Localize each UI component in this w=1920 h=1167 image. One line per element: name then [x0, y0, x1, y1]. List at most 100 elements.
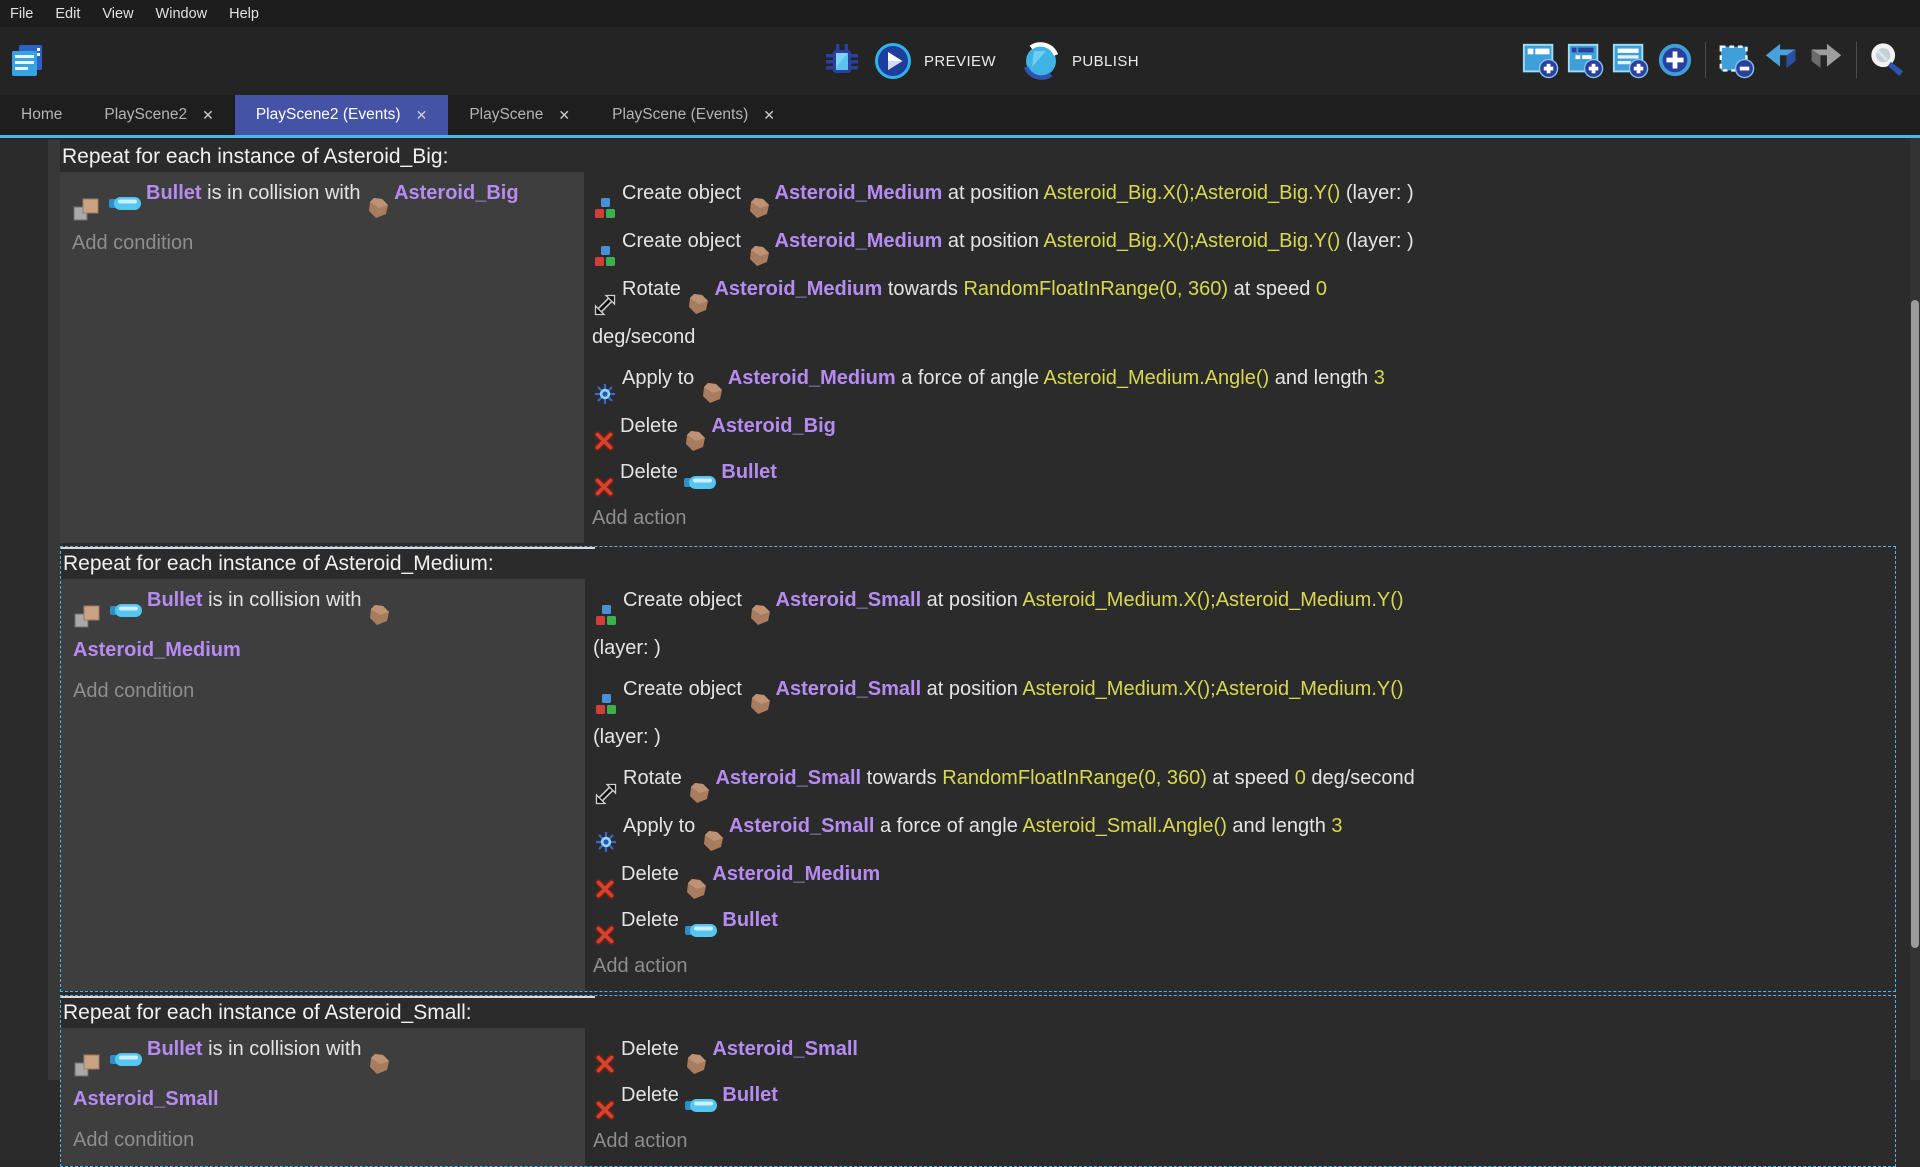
conditions-column: Bullet is in collision with Asteroid_Sma… [61, 1028, 585, 1166]
text: at position [921, 678, 1022, 700]
event-block[interactable]: Repeat for each instance of Asteroid_Sma… [60, 995, 1896, 1167]
close-icon[interactable]: ✕ [558, 107, 570, 124]
delete-icon [594, 1053, 616, 1075]
action-row[interactable]: Rotate Asteroid_Small towards RandomFloa… [593, 758, 1891, 806]
action-row[interactable]: Delete Bullet [592, 452, 1892, 498]
text: Apply to [623, 815, 701, 837]
debug-icon[interactable] [822, 41, 862, 81]
event-body: Bullet is in collision with Asteroid_Sma… [61, 1028, 1895, 1166]
text: Rotate [622, 278, 686, 300]
close-icon[interactable]: ✕ [416, 107, 428, 124]
search-icon[interactable] [1867, 40, 1907, 80]
action-row[interactable]: Delete Bullet [593, 1075, 1891, 1121]
actions-column: Create object Asteroid_Small at position… [585, 579, 1895, 991]
action-row[interactable]: Delete Asteroid_Big [592, 406, 1892, 452]
condition-row[interactable]: Bullet is in collision with Asteroid_Med… [73, 580, 577, 671]
delete-icon [594, 1099, 616, 1121]
add-action-button[interactable]: Add action [593, 1121, 1891, 1162]
menu-bar: File Edit View Window Help [0, 0, 1920, 27]
preview-button[interactable]: PREVIEW [924, 53, 996, 70]
action-row[interactable]: Create object Asteroid_Medium at positio… [592, 221, 1892, 269]
tab-label: PlayScene (Events) [612, 106, 748, 124]
add-subevent-icon[interactable] [1565, 40, 1605, 80]
redo-icon[interactable] [1806, 40, 1846, 80]
text: is in collision with [203, 589, 368, 611]
action-row[interactable]: Create object Asteroid_Small at position… [593, 580, 1891, 669]
add-comment-icon[interactable] [1610, 40, 1650, 80]
create-icon [594, 693, 618, 717]
action-row[interactable]: Rotate Asteroid_Medium towards RandomFlo… [592, 269, 1892, 358]
event-block[interactable]: Repeat for each instance of Asteroid_Med… [60, 546, 1896, 992]
bullet-icon [684, 476, 716, 489]
text: Create object [623, 589, 748, 611]
add-condition-button[interactable]: Add condition [73, 1120, 577, 1161]
preview-icon[interactable] [873, 41, 913, 81]
tab-playscene-events-[interactable]: PlayScene (Events) ✕ [591, 95, 796, 135]
project-manager-icon[interactable] [8, 42, 46, 80]
event-block[interactable]: Repeat for each instance of Asteroid_Big… [60, 140, 1896, 543]
condition-row[interactable]: Bullet is in collision with Asteroid_Sma… [73, 1029, 577, 1120]
event-body: Bullet is in collision with Asteroid_Med… [61, 579, 1895, 991]
delete-icon [594, 924, 616, 946]
create-icon [594, 604, 618, 628]
action-row[interactable]: Create object Asteroid_Medium at positio… [592, 173, 1892, 221]
action-row[interactable]: Apply to Asteroid_Medium a force of angl… [592, 358, 1892, 406]
add-action-button[interactable]: Add action [592, 498, 1892, 539]
text: Rotate [623, 767, 687, 789]
actions-column: Delete Asteroid_SmallDelete BulletAdd ac… [585, 1028, 1895, 1166]
asteroid-icon [748, 197, 770, 219]
expression: Asteroid_Medium.X();Asteroid_Medium.Y() [1022, 678, 1403, 700]
scrollbar-thumb[interactable] [1911, 300, 1919, 948]
add-new-icon[interactable] [1655, 40, 1695, 80]
actions-column: Create object Asteroid_Medium at positio… [584, 172, 1896, 543]
add-event-icon[interactable] [1520, 40, 1560, 80]
action-row[interactable]: Apply to Asteroid_Small a force of angle… [593, 806, 1891, 854]
close-icon[interactable]: ✕ [763, 107, 775, 124]
text: deg/second [1306, 767, 1415, 789]
menu-item-edit[interactable]: Edit [55, 6, 80, 22]
create-icon [593, 245, 617, 269]
bullet-icon [110, 1053, 142, 1066]
action-row[interactable]: Delete Bullet [593, 900, 1891, 946]
action-row[interactable]: Delete Asteroid_Medium [593, 854, 1891, 900]
text: (layer: ) [1340, 230, 1413, 252]
object-name: Asteroid_Medium [775, 230, 943, 252]
remove-selection-icon[interactable] [1716, 40, 1756, 80]
asteroid-icon [685, 878, 707, 900]
force-icon [594, 830, 618, 854]
object-name: Asteroid_Big [394, 182, 518, 204]
asteroid-icon [749, 604, 771, 626]
text: Delete [621, 1038, 684, 1060]
bullet-icon [110, 604, 142, 617]
action-row[interactable]: Create object Asteroid_Small at position… [593, 669, 1891, 758]
asteroid-icon [688, 782, 710, 804]
undo-icon[interactable] [1761, 40, 1801, 80]
toolbar-separator [1705, 42, 1706, 78]
tab-playscene[interactable]: PlayScene✕ [448, 95, 591, 135]
condition-row[interactable]: Bullet is in collision with Asteroid_Big [72, 173, 576, 223]
menu-item-window[interactable]: Window [156, 6, 208, 22]
tab-playscene2[interactable]: PlayScene2✕ [83, 95, 234, 135]
text: Create object [623, 678, 748, 700]
object-name: Asteroid_Small [712, 1038, 858, 1060]
expression: Asteroid_Medium.X();Asteroid_Medium.Y() [1022, 589, 1403, 611]
add-action-button[interactable]: Add action [593, 946, 1891, 987]
menu-item-file[interactable]: File [10, 6, 33, 22]
asteroid-icon [749, 693, 771, 715]
text: at position [921, 589, 1022, 611]
add-condition-button[interactable]: Add condition [73, 671, 577, 712]
close-icon[interactable]: ✕ [202, 107, 214, 124]
add-condition-button[interactable]: Add condition [72, 223, 576, 264]
expression: 3 [1331, 815, 1342, 837]
tab-home[interactable]: Home [0, 95, 83, 135]
publish-icon[interactable] [1021, 41, 1061, 81]
tab-playscene2-events-[interactable]: PlayScene2 (Events)✕ [235, 95, 448, 135]
asteroid-icon [367, 197, 389, 219]
action-row[interactable]: Delete Asteroid_Small [593, 1029, 1891, 1075]
event-body: Bullet is in collision with Asteroid_Big… [60, 172, 1896, 543]
menu-item-view[interactable]: View [102, 6, 133, 22]
menu-item-help[interactable]: Help [229, 6, 259, 22]
publish-button[interactable]: PUBLISH [1072, 53, 1139, 70]
toolbar: PREVIEW PUBLISH [0, 27, 1920, 95]
object-name: Asteroid_Medium [73, 639, 241, 661]
